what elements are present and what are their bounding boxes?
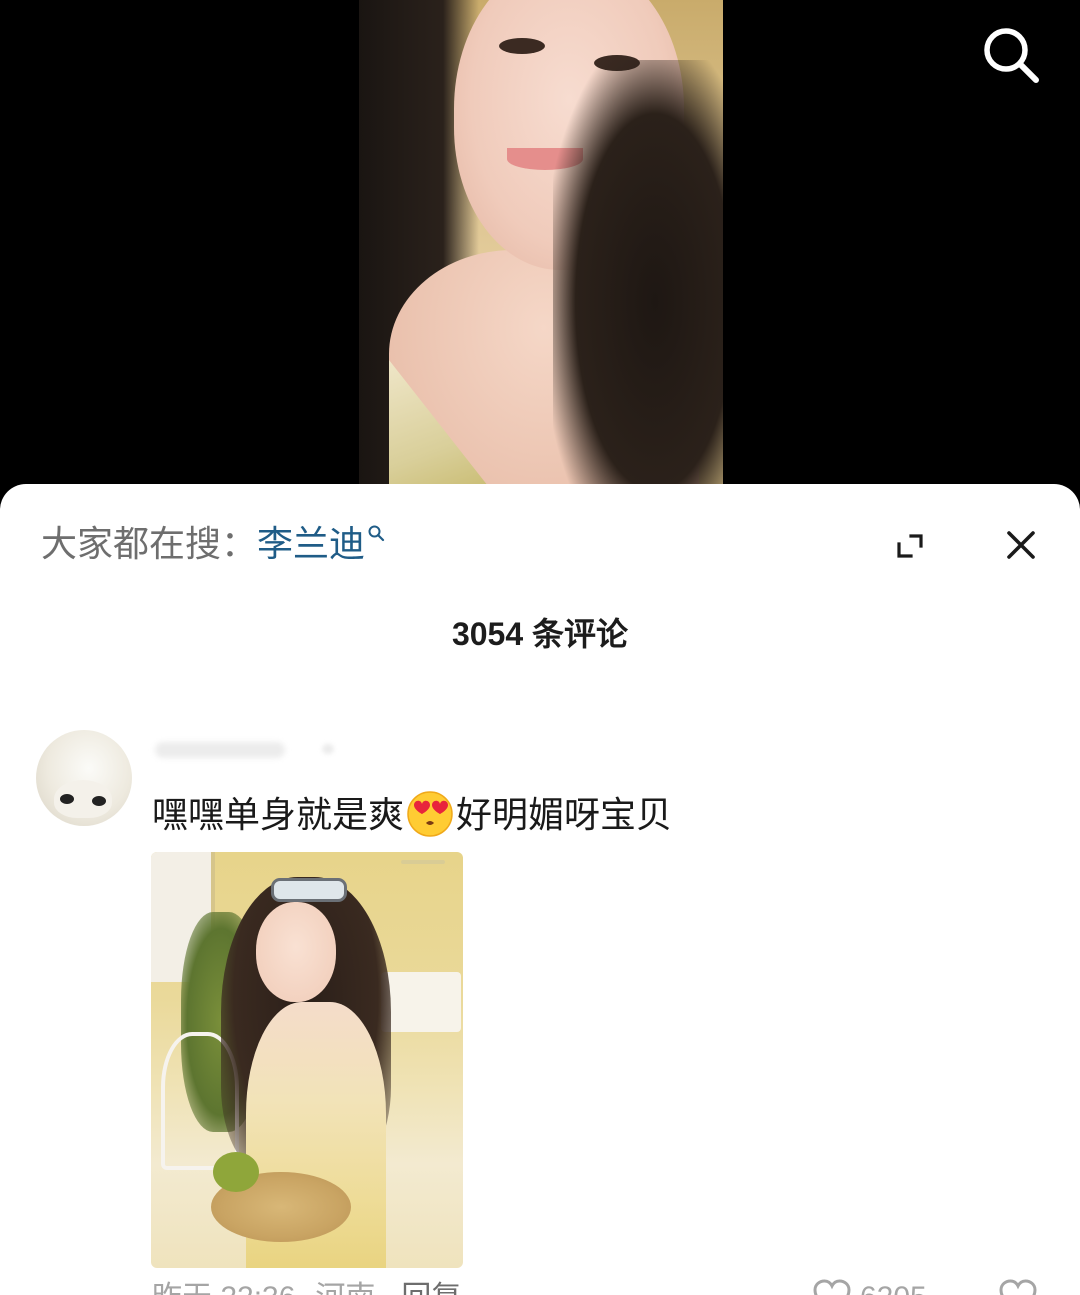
avatar[interactable] <box>36 730 132 826</box>
broken-heart-icon <box>999 1279 1037 1295</box>
comment-image[interactable] <box>151 852 463 1268</box>
keyword-search-icon <box>368 525 385 542</box>
username-blurred[interactable] <box>155 742 285 758</box>
video-frame[interactable] <box>359 0 723 500</box>
avatar-cat-eye <box>92 796 106 806</box>
photo-table <box>381 972 461 1032</box>
comment-count: 3054 条评论 <box>451 616 629 652</box>
photo-pineapple <box>213 1152 259 1192</box>
comment-time: 昨天 22:36 <box>152 1281 295 1295</box>
close-button[interactable] <box>1000 524 1042 566</box>
like-button[interactable]: 6205 <box>812 1278 927 1295</box>
app-root: 大家都在搜：李兰迪 3054 条评论 嘿嘿单身就是爽 好明媚呀宝贝 <box>0 0 1080 1295</box>
photo-sunglasses <box>271 878 347 902</box>
hot-search-prefix: 大家都在搜： <box>41 523 258 564</box>
expand-icon <box>897 534 923 558</box>
search-button[interactable] <box>978 22 1044 88</box>
video-eye-left <box>499 38 545 54</box>
close-icon <box>1007 531 1035 559</box>
heart-eyes-emoji <box>407 791 453 838</box>
comment-text: 嘿嘿单身就是爽 好明媚呀宝贝 <box>152 790 672 840</box>
comment-meta: 昨天 22:36 河南 回复 <box>152 1280 461 1295</box>
comment-text-part1: 嘿嘿单身就是爽 <box>152 794 405 835</box>
dislike-button[interactable] <box>996 1278 1040 1295</box>
search-icon <box>984 28 1039 83</box>
video-area[interactable] <box>0 0 1080 500</box>
comment-location: 河南 <box>315 1281 375 1295</box>
video-hair-right <box>553 60 723 500</box>
avatar-cat-eye <box>60 794 74 804</box>
like-count: 6205 <box>860 1280 927 1295</box>
photo-face <box>256 902 336 1002</box>
comment-sheet-header: 大家都在搜：李兰迪 <box>0 484 1080 604</box>
comment-item: 嘿嘿单身就是爽 好明媚呀宝贝 <box>0 724 1080 1295</box>
reply-button[interactable]: 回复 <box>401 1281 461 1295</box>
heart-outline-icon <box>813 1279 851 1295</box>
hot-search-keyword[interactable]: 李兰迪 <box>257 523 365 564</box>
hot-search-suggestion[interactable]: 大家都在搜：李兰迪 <box>41 522 385 566</box>
username-badge-blurred <box>322 744 334 754</box>
expand-button[interactable] <box>891 526 931 566</box>
comment-text-part2: 好明媚呀宝贝 <box>456 794 673 835</box>
comment-sheet: 大家都在搜：李兰迪 3054 条评论 嘿嘿单身就是爽 好明媚呀宝贝 <box>0 484 1080 1295</box>
photo-watermark <box>401 860 445 864</box>
